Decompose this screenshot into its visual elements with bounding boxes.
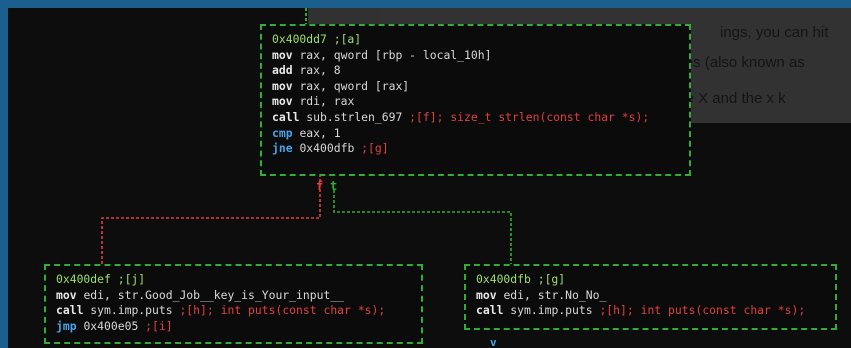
mnemonic: mov	[272, 94, 293, 109]
instruction-row[interactable]: jne 0x400dfb ;[g]	[272, 141, 679, 157]
operands: 0x400dfb	[299, 141, 355, 156]
instruction-row[interactable]: mov rax, qword [rbp - local_10h]	[272, 48, 679, 64]
instruction-list: mov rax, qword [rbp - local_10h] add rax,…	[272, 48, 679, 157]
mnemonic: mov	[56, 287, 77, 302]
instruction-row[interactable]: mov edi, str.No_No_	[476, 288, 825, 304]
operands: rax, qword [rbp - local_10h]	[299, 47, 492, 62]
node-title: 0x400dd7 ;[a]	[272, 32, 679, 48]
comment: ;[h]; int puts(const char *s);	[179, 303, 386, 318]
operands: rdi, rax	[299, 94, 355, 109]
edge-false-label: f	[316, 179, 324, 193]
mnemonic: mov	[272, 78, 293, 93]
operands: edi, str.Good_Job__key_is_Your_input__	[83, 287, 345, 302]
operands: eax, 1	[299, 125, 341, 140]
comment: ;[h]; int puts(const char *s);	[599, 303, 806, 318]
instruction-row[interactable]: add rax, 8	[272, 63, 679, 79]
edge-false	[101, 174, 321, 266]
instruction-row[interactable]: cmp eax, 1	[272, 126, 679, 142]
edge-true	[333, 190, 512, 266]
instruction-row[interactable]: mov edi, str.Good_Job__key_is_Your_input…	[56, 288, 411, 304]
mnemonic: call	[56, 303, 84, 318]
comment: ;[g]	[361, 141, 389, 156]
instruction-row[interactable]: call sym.imp.puts ;[h]; int puts(const c…	[56, 303, 411, 319]
operands: sym.imp.puts	[510, 303, 593, 318]
instruction-list: mov edi, str.No_No_ call sym.imp.puts ;[h…	[476, 288, 825, 319]
instruction-row[interactable]: mov rax, qword [rax]	[272, 79, 679, 95]
operands: rax, qword [rax]	[299, 78, 410, 93]
mnemonic: mov	[476, 287, 497, 302]
instruction-row[interactable]: call sym.imp.puts ;[h]; int puts(const c…	[476, 303, 825, 319]
operands: sub.strlen_697	[306, 109, 403, 124]
mnemonic: mov	[272, 47, 293, 62]
mnemonic: call	[476, 303, 504, 318]
instruction-row[interactable]: call sub.strlen_697 ;[f]; size_t strlen(…	[272, 110, 679, 126]
mnemonic: jmp	[56, 318, 77, 333]
node-good-job[interactable]: 0x400def ;[j] mov edi, str.Good_Job__key…	[44, 264, 423, 344]
graph-view[interactable]: ings, you can hit st to go. Cross-refere…	[8, 8, 851, 348]
mnemonic: call	[272, 109, 300, 124]
instruction-row[interactable]: jmp 0x400e05 ;[i]	[56, 319, 411, 335]
node-title: 0x400dfb ;[g]	[476, 272, 825, 288]
address-label: 0x400def ;[j]	[56, 272, 146, 286]
instruction-list: mov edi, str.Good_Job__key_is_Your_input…	[56, 288, 411, 335]
address-label: 0x400dd7 ;[a]	[272, 32, 362, 46]
mnemonic: add	[272, 63, 293, 78]
operands: sym.imp.puts	[90, 303, 173, 318]
node-main[interactable]: 0x400dd7 ;[a] mov rax, qword [rbp - loca…	[260, 24, 691, 176]
edge-true-label: t	[330, 179, 338, 193]
comment: ;[i]	[145, 318, 173, 333]
address-label: 0x400dfb ;[g]	[476, 272, 566, 286]
bottom-marker: v	[490, 336, 497, 348]
node-title: 0x400def ;[j]	[56, 272, 411, 288]
instruction-row[interactable]: mov rdi, rax	[272, 94, 679, 110]
operands: 0x400e05	[83, 318, 139, 333]
comment: ;[f]; size_t strlen(const char *s);	[409, 109, 650, 124]
mnemonic: jne	[272, 141, 293, 156]
operands: rax, 8	[299, 63, 341, 78]
operands: edi, str.No_No_	[503, 287, 607, 302]
node-no-no[interactable]: 0x400dfb ;[g] mov edi, str.No_No_ call sy…	[464, 264, 837, 330]
mnemonic: cmp	[272, 125, 293, 140]
